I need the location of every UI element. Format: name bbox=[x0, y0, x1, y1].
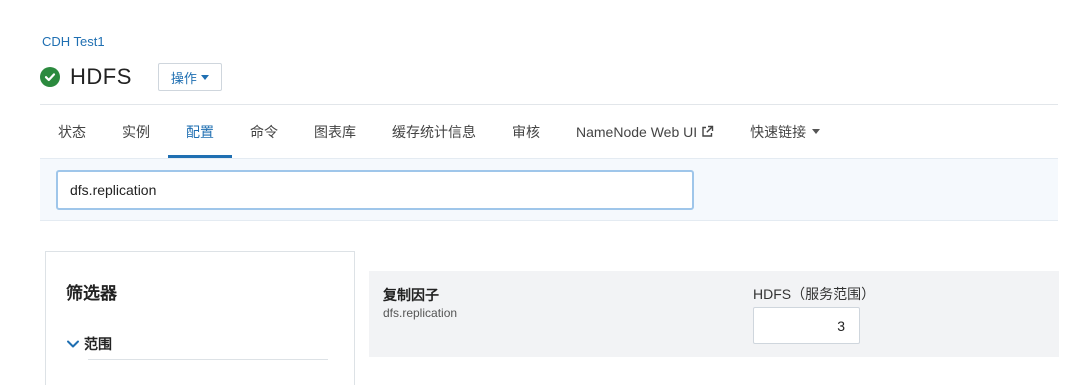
config-display-name: 复制因子 bbox=[383, 287, 439, 303]
tab-label: 审核 bbox=[512, 123, 540, 140]
filter-group-scope-toggle[interactable]: 范围 bbox=[66, 334, 112, 354]
filter-panel-title: 筛选器 bbox=[66, 284, 117, 303]
filter-panel: 筛选器 范围 bbox=[45, 251, 355, 385]
tab-instances[interactable]: 实例 bbox=[104, 105, 168, 158]
tab-audits[interactable]: 审核 bbox=[494, 105, 558, 158]
service-tabs: 状态 实例 配置 命令 图表库 缓存统计信息 审核 NameNode Web U… bbox=[40, 105, 838, 158]
config-scope-label: HDFS（服务范围） bbox=[753, 286, 876, 302]
config-property-key: dfs.replication bbox=[383, 306, 458, 320]
tab-commands[interactable]: 命令 bbox=[232, 105, 296, 158]
tab-cache-statistics[interactable]: 缓存统计信息 bbox=[374, 105, 494, 158]
tab-label: 快速链接 bbox=[750, 123, 807, 140]
actions-label: 操作 bbox=[170, 70, 197, 86]
chevron-down-icon bbox=[66, 339, 80, 349]
tab-label: NameNode Web UI bbox=[576, 123, 698, 140]
search-bar-region bbox=[40, 158, 1058, 221]
tab-label: 配置 bbox=[186, 123, 214, 140]
cluster-breadcrumb-link[interactable]: CDH Test1 bbox=[42, 34, 105, 49]
config-value-input[interactable] bbox=[753, 307, 860, 344]
tab-namenode-web-ui[interactable]: NameNode Web UI bbox=[558, 105, 732, 158]
filter-group-label: 范围 bbox=[84, 336, 112, 352]
tab-charts-library[interactable]: 图表库 bbox=[296, 105, 374, 158]
tab-label: 实例 bbox=[122, 123, 150, 140]
actions-dropdown-button[interactable]: 操作 bbox=[157, 63, 222, 91]
tab-label: 图表库 bbox=[314, 123, 356, 140]
config-search-input[interactable] bbox=[56, 170, 694, 210]
page-title: HDFS bbox=[70, 64, 132, 89]
tab-label: 状态 bbox=[58, 123, 86, 140]
filter-divider bbox=[88, 359, 328, 360]
caret-down-icon bbox=[812, 129, 821, 134]
external-link-icon bbox=[701, 125, 714, 138]
tab-status[interactable]: 状态 bbox=[40, 105, 104, 158]
tab-quick-links[interactable]: 快速链接 bbox=[732, 105, 838, 158]
service-header: HDFS 操作 bbox=[40, 60, 222, 94]
status-check-icon bbox=[40, 67, 60, 87]
config-property-row: 复制因子 dfs.replication HDFS（服务范围） bbox=[369, 271, 1059, 357]
tab-configuration[interactable]: 配置 bbox=[168, 105, 232, 158]
tab-label: 命令 bbox=[250, 123, 278, 140]
caret-down-icon bbox=[200, 74, 209, 80]
tab-label: 缓存统计信息 bbox=[392, 123, 476, 140]
